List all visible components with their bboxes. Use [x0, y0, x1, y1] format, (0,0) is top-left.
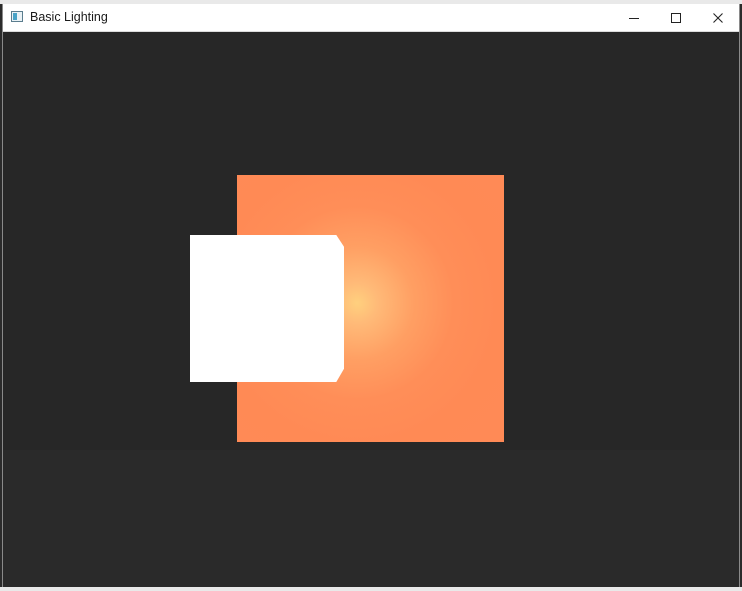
app-icon-pane — [13, 13, 17, 20]
maximize-icon — [671, 13, 681, 23]
render-viewport[interactable] — [3, 32, 739, 587]
close-button[interactable] — [697, 4, 739, 32]
desktop-bottom-strip — [0, 587, 742, 591]
title-bar[interactable]: Basic Lighting — [3, 4, 739, 32]
lamp-cube — [190, 235, 344, 382]
minimize-icon — [629, 18, 639, 19]
app-window: Basic Lighting — [2, 4, 740, 587]
app-window-icon[interactable] — [11, 11, 23, 22]
minimize-button[interactable] — [613, 4, 655, 32]
window-title: Basic Lighting — [30, 10, 108, 24]
screen: Basic Lighting — [0, 0, 742, 591]
maximize-button[interactable] — [655, 4, 697, 32]
close-icon — [713, 13, 723, 23]
viewport-lower-region — [3, 450, 739, 587]
